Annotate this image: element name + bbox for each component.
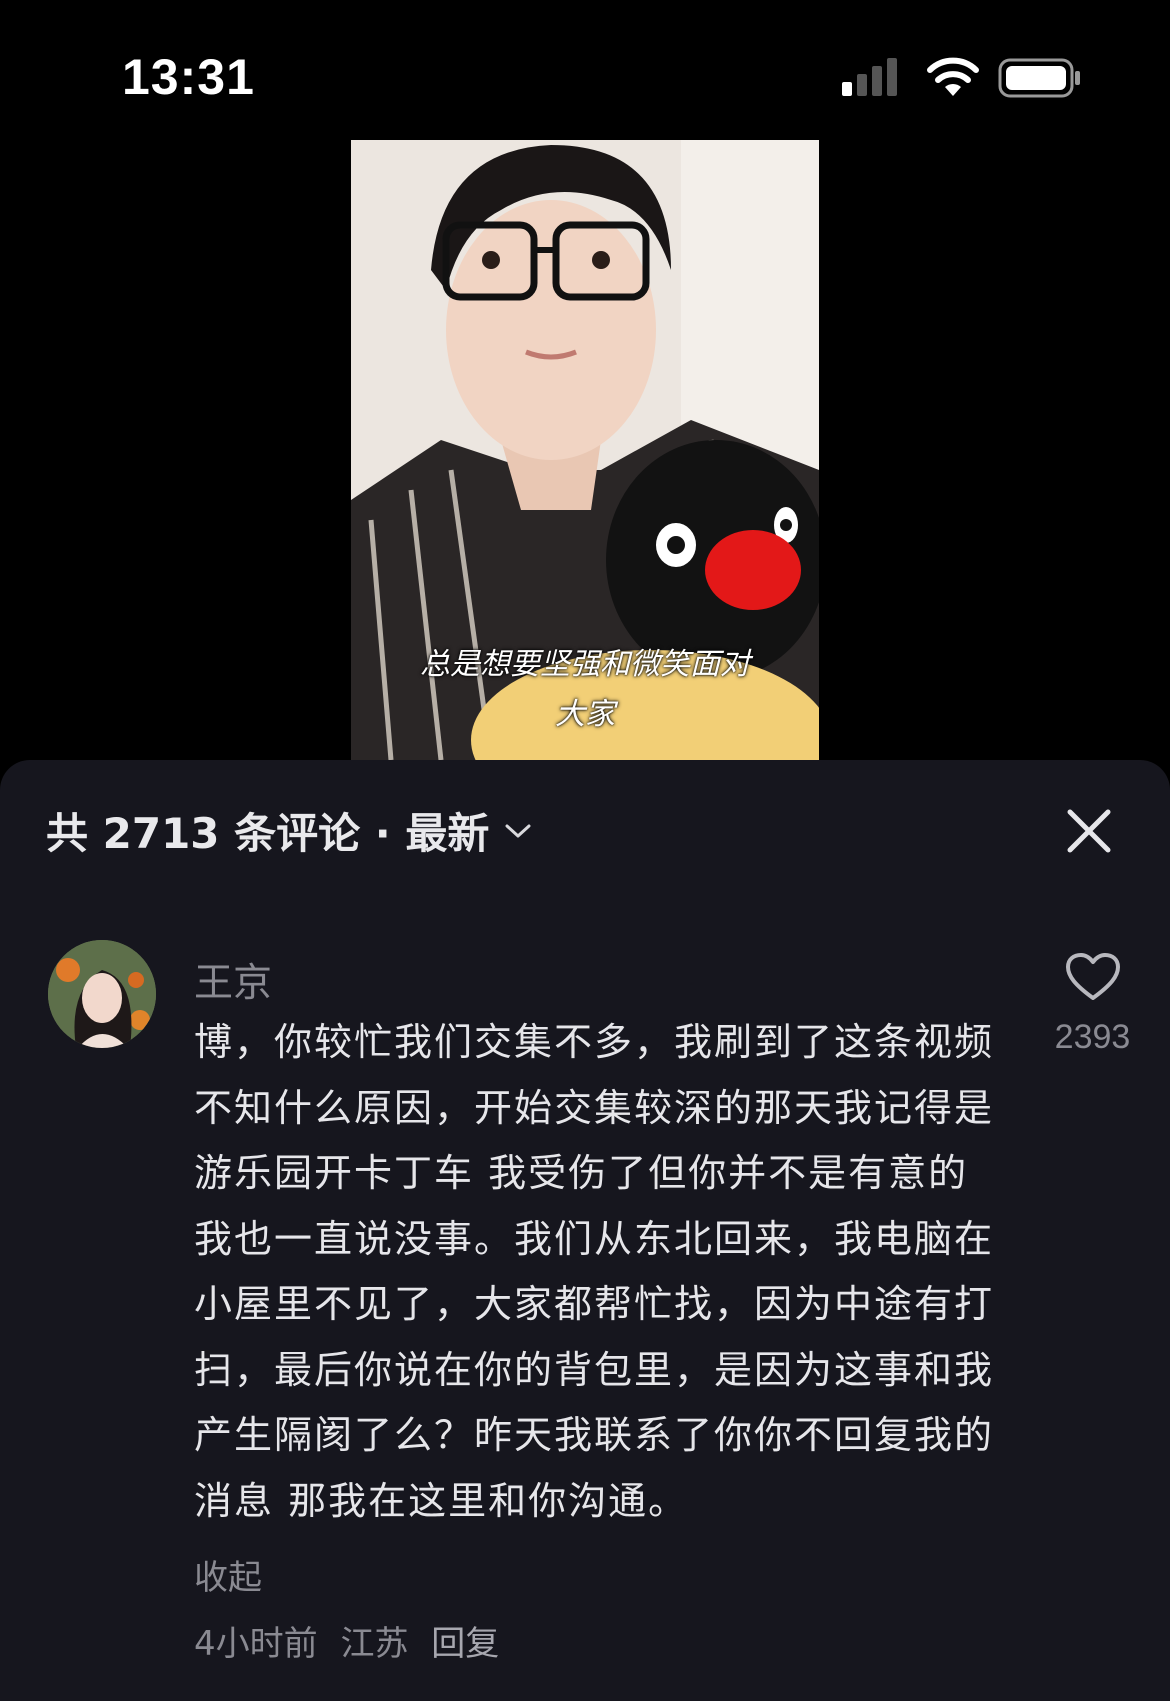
comment-meta: 4小时前 江苏 回复 bbox=[194, 1616, 511, 1665]
battery-icon bbox=[998, 58, 1080, 98]
collapse-button[interactable]: 收起 bbox=[194, 1550, 262, 1599]
signal-icon bbox=[842, 58, 897, 96]
reply-button[interactable]: 回复 bbox=[431, 1624, 499, 1664]
status-time: 13:31 bbox=[122, 49, 255, 105]
close-icon[interactable] bbox=[1058, 800, 1120, 862]
comments-header[interactable]: 共 2713 条评论 · 最新 bbox=[46, 800, 532, 870]
video-caption-line1: 总是想要坚强和微笑面对 bbox=[420, 647, 750, 682]
chevron-down-icon[interactable] bbox=[504, 821, 532, 841]
comment-username[interactable]: 王京 bbox=[194, 952, 272, 1008]
wifi-icon bbox=[927, 57, 979, 96]
like-count: 2393 bbox=[1054, 1018, 1131, 1056]
video-thumbnail[interactable]: 总是想要坚强和微笑面对 大家 bbox=[351, 140, 819, 760]
avatar[interactable] bbox=[48, 940, 156, 1048]
comment-location: 江苏 bbox=[340, 1624, 409, 1664]
comments-title[interactable]: 共 2713 条评论 · 最新 bbox=[46, 800, 489, 861]
comment-sheet: 共 2713 条评论 · 最新 王京 博，你较忙我们交集不多，我刷到了这条视频不… bbox=[0, 760, 1170, 1701]
comment-text: 博，你较忙我们交集不多，我刷到了这条视频不知什么原因，开始交集较深的那天我记得是… bbox=[194, 1020, 995, 1523]
video-caption-line2: 大家 bbox=[555, 697, 615, 732]
comment-time: 4小时前 bbox=[194, 1624, 318, 1664]
status-icons bbox=[842, 56, 1092, 102]
status-bar: 13:31 bbox=[0, 0, 1170, 140]
heart-icon[interactable] bbox=[1065, 952, 1121, 1002]
